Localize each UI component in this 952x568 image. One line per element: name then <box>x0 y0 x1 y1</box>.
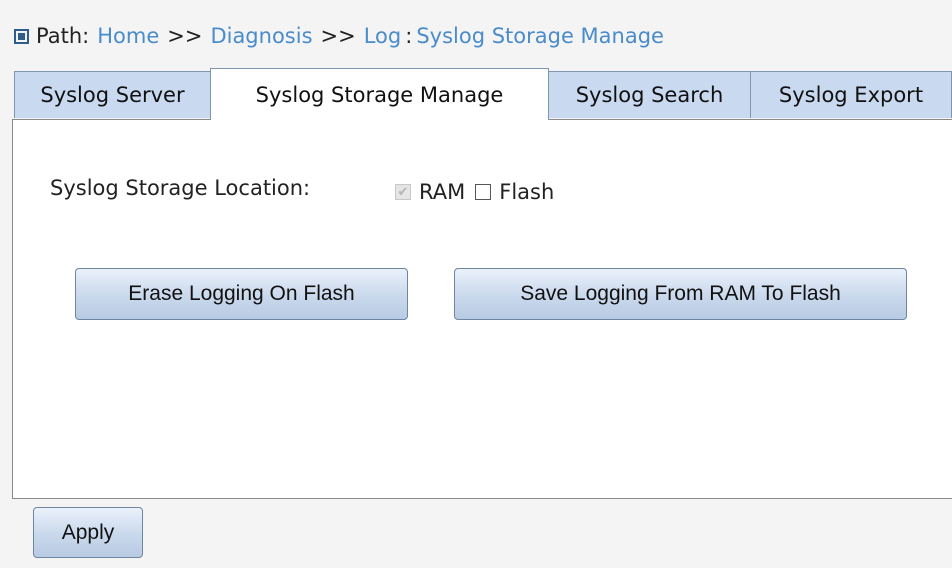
breadcrumb: Path: Home >> Diagnosis >> Log : Syslog … <box>14 20 664 52</box>
apply-button[interactable]: Apply <box>33 507 143 558</box>
breadcrumb-current-page: Syslog Storage Manage <box>416 24 664 48</box>
erase-logging-on-flash-button[interactable]: Erase Logging On Flash <box>75 268 408 320</box>
tab-syslog-export[interactable]: Syslog Export <box>750 71 952 118</box>
ram-checkbox: ✔ <box>395 184 411 200</box>
breadcrumb-diagnosis[interactable]: Diagnosis <box>210 24 312 48</box>
path-square-icon <box>14 28 29 44</box>
ram-checkbox-label: RAM <box>419 180 466 204</box>
tab-content-panel: Syslog Storage Location: ✔ RAM Flash Era… <box>12 119 952 499</box>
breadcrumb-separator: >> <box>167 24 203 48</box>
breadcrumb-separator: >> <box>320 24 356 48</box>
storage-location-options: ✔ RAM Flash <box>395 180 564 204</box>
tab-syslog-storage-manage[interactable]: Syslog Storage Manage <box>210 68 549 120</box>
save-logging-ram-to-flash-button[interactable]: Save Logging From RAM To Flash <box>454 268 907 320</box>
path-label: Path: <box>36 24 90 48</box>
tab-syslog-search[interactable]: Syslog Search <box>548 71 751 118</box>
breadcrumb-home[interactable]: Home <box>97 24 159 48</box>
breadcrumb-log[interactable]: Log <box>364 24 402 48</box>
tab-syslog-server[interactable]: Syslog Server <box>14 71 211 118</box>
flash-checkbox[interactable] <box>475 184 492 200</box>
storage-location-label: Syslog Storage Location: <box>50 176 311 200</box>
flash-checkbox-label: Flash <box>499 180 555 204</box>
breadcrumb-colon: : <box>405 24 413 48</box>
